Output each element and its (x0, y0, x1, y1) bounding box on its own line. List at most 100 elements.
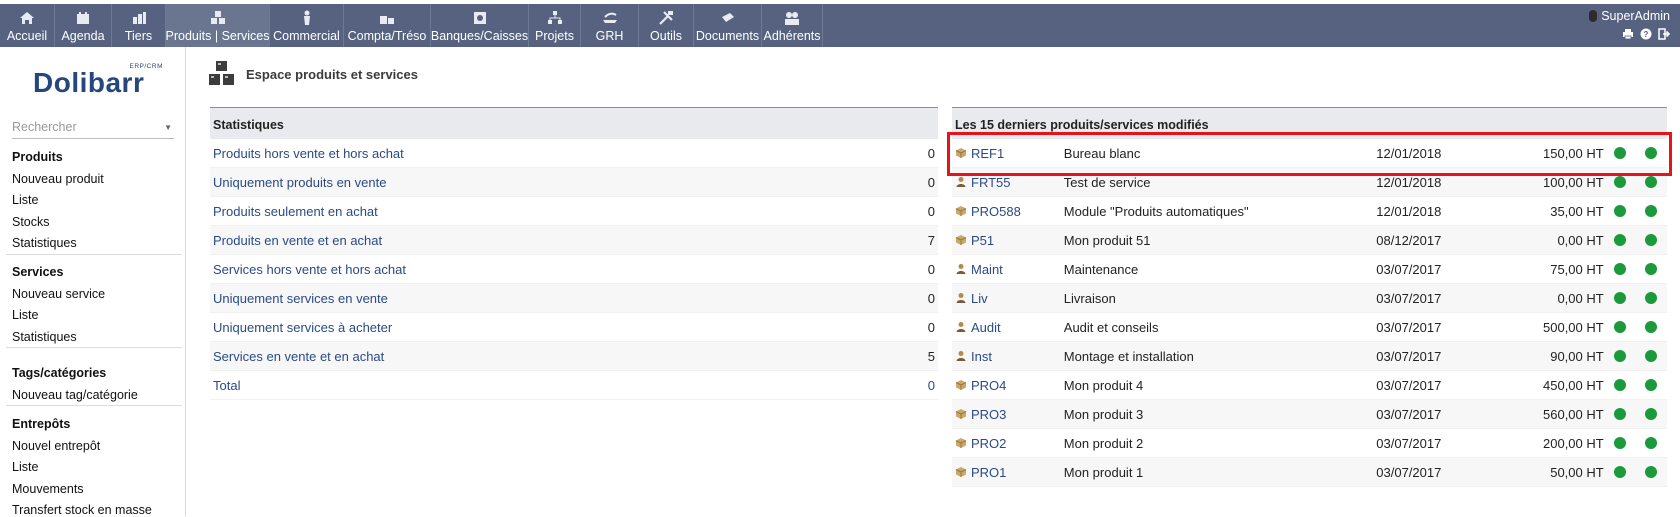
table-row: REF1 Bureau blanc 12/01/2018 150,00 HT (952, 139, 1667, 168)
stat-label-link[interactable]: Services en vente et en achat (210, 349, 895, 364)
menu-item-outils[interactable]: Outils (639, 4, 694, 47)
menu-item-commercial[interactable]: Commercial (270, 4, 344, 47)
sidebar-item[interactable]: Nouveau produit (12, 172, 104, 186)
status-buy-icon (1645, 147, 1658, 159)
menu-item-adh-rents[interactable]: Adhérents (762, 4, 823, 47)
status-buy (1635, 350, 1667, 362)
products-icon (209, 10, 227, 26)
product-ref-link[interactable]: PRO2 (952, 436, 1064, 451)
menu-item-compta-tr-so[interactable]: Compta/Tréso (344, 4, 431, 47)
stat-label-link[interactable]: Produits seulement en achat (210, 204, 895, 219)
product-ref-link[interactable]: P51 (952, 233, 1064, 248)
modified-date: 03/07/2017 (1376, 464, 1442, 480)
status-buy-icon (1645, 321, 1658, 333)
price: 35,00 HT (1550, 203, 1604, 219)
sidebar-item[interactable]: Nouveau tag/catégorie (12, 388, 138, 402)
logout-icon[interactable] (1658, 28, 1671, 40)
status-sell (1604, 379, 1636, 391)
menu-item-label: Banques/Caisses (430, 29, 529, 43)
menu-item-agenda[interactable]: Agenda (55, 4, 112, 47)
status-buy-icon (1645, 263, 1658, 275)
sidebar-item[interactable]: Statistiques (12, 330, 77, 344)
stat-label-link[interactable]: Uniquement produits en vente (210, 175, 895, 190)
dolibarr-logo[interactable]: ERP/CRM Dolibarr (33, 63, 163, 103)
menu-item-produits-services[interactable]: Produits | Services (166, 4, 270, 47)
table-row: Produits en vente et en achat 7 (210, 226, 938, 255)
sidebar-group-title[interactable]: Tags/catégories (12, 366, 106, 380)
sidebar-item[interactable]: Liste (12, 460, 38, 474)
table-row: Produits hors vente et hors achat 0 (210, 139, 938, 168)
price: 500,00 HT (1543, 319, 1604, 335)
product-ref-link[interactable]: REF1 (952, 146, 1064, 161)
price: 100,00 HT (1543, 174, 1604, 190)
stat-label-link[interactable]: Uniquement services à acheter (210, 320, 895, 335)
status-sell (1604, 466, 1636, 478)
product-ref-link[interactable]: Audit (952, 320, 1064, 335)
svg-text:?: ? (1644, 30, 1649, 39)
status-sell (1604, 147, 1636, 159)
status-sell (1604, 234, 1636, 246)
user-avatar-icon (1589, 10, 1598, 22)
product-ref-link[interactable]: Liv (952, 291, 1064, 306)
stat-label-link[interactable]: Produits en vente et en achat (210, 233, 895, 248)
menu-item-banques-caisses[interactable]: Banques/Caisses (431, 4, 529, 47)
search-combobox[interactable]: Rechercher ▼ (12, 116, 174, 139)
sidebar-item[interactable]: Liste (12, 308, 38, 322)
product-ref-link[interactable]: Inst (952, 349, 1064, 364)
help-icon[interactable]: ? (1640, 28, 1652, 40)
product-ref-link[interactable]: PRO3 (952, 407, 1064, 422)
stat-label-link[interactable]: Uniquement services en vente (210, 291, 895, 306)
sidebar-group-title[interactable]: Entrepôts (12, 417, 70, 431)
left-sidebar: ERP/CRM Dolibarr Rechercher ▼ Produits No… (0, 47, 186, 517)
product-ref: FRT55 (971, 174, 1011, 190)
sidebar-group-title[interactable]: Produits (12, 150, 63, 164)
product-ref-link[interactable]: PRO588 (952, 204, 1064, 219)
bank-icon (471, 10, 489, 26)
sidebar-item[interactable]: Nouveau service (12, 287, 105, 301)
sidebar-item[interactable]: Statistiques (12, 236, 77, 250)
sidebar-item[interactable]: Liste (12, 193, 38, 207)
product-ref-link[interactable]: PRO4 (952, 378, 1064, 393)
product-ref-link[interactable]: FRT55 (952, 175, 1064, 190)
sidebar-item[interactable]: Stocks (12, 215, 50, 229)
table-row: Audit Audit et conseils 03/07/2017 500,00 H… (952, 313, 1667, 342)
product-ref-link[interactable]: Maint (952, 262, 1064, 277)
product-ref-link[interactable]: PRO1 (952, 465, 1064, 480)
status-sell-icon (1613, 205, 1626, 217)
status-sell (1604, 350, 1636, 362)
menu-item-projets[interactable]: Projets (529, 4, 581, 47)
print-icon[interactable] (1622, 28, 1634, 40)
product-ref: PRO3 (971, 406, 1007, 422)
accounting-icon (378, 10, 396, 26)
search-placeholder: Rechercher (12, 120, 77, 134)
status-buy (1635, 437, 1667, 449)
sidebar-item[interactable]: Mouvements (12, 482, 84, 496)
sidebar-group-title[interactable]: Services (12, 265, 63, 279)
status-buy-icon (1645, 176, 1658, 188)
status-buy (1635, 176, 1667, 188)
menu-item-documents[interactable]: Documents (694, 4, 762, 47)
status-sell-icon (1613, 321, 1626, 333)
table-row: Inst Montage et installation 03/07/2017 90,… (952, 342, 1667, 371)
stat-label-link[interactable]: Produits hors vente et hors achat (210, 146, 895, 161)
stat-label-link[interactable]: Services hors vente et hors achat (210, 262, 895, 277)
stat-count: 0 (927, 145, 935, 161)
status-buy-icon (1645, 466, 1658, 478)
product-label: Audit et conseils (1063, 319, 1159, 335)
product-label: Module "Produits automatiques" (1063, 203, 1249, 219)
status-sell-icon (1613, 176, 1626, 188)
product-ref: PRO2 (971, 435, 1007, 451)
sidebar-item[interactable]: Nouvel entrepôt (12, 439, 100, 453)
product-ref: Maint (971, 261, 1003, 277)
product-label: Test de service (1063, 174, 1151, 190)
status-buy (1635, 379, 1667, 391)
menu-item-grh[interactable]: GRH (581, 4, 639, 47)
menu-item-accueil[interactable]: Accueil (0, 4, 55, 47)
status-buy-icon (1645, 350, 1658, 362)
chevron-down-icon: ▼ (164, 122, 172, 132)
status-buy-icon (1645, 437, 1658, 449)
user-menu[interactable]: SuperAdmin (1589, 9, 1670, 23)
menu-item-tiers[interactable]: Tiers (112, 4, 166, 47)
modified-date: 12/01/2018 (1376, 203, 1442, 219)
sidebar-item[interactable]: Transfert stock en masse (12, 503, 152, 517)
